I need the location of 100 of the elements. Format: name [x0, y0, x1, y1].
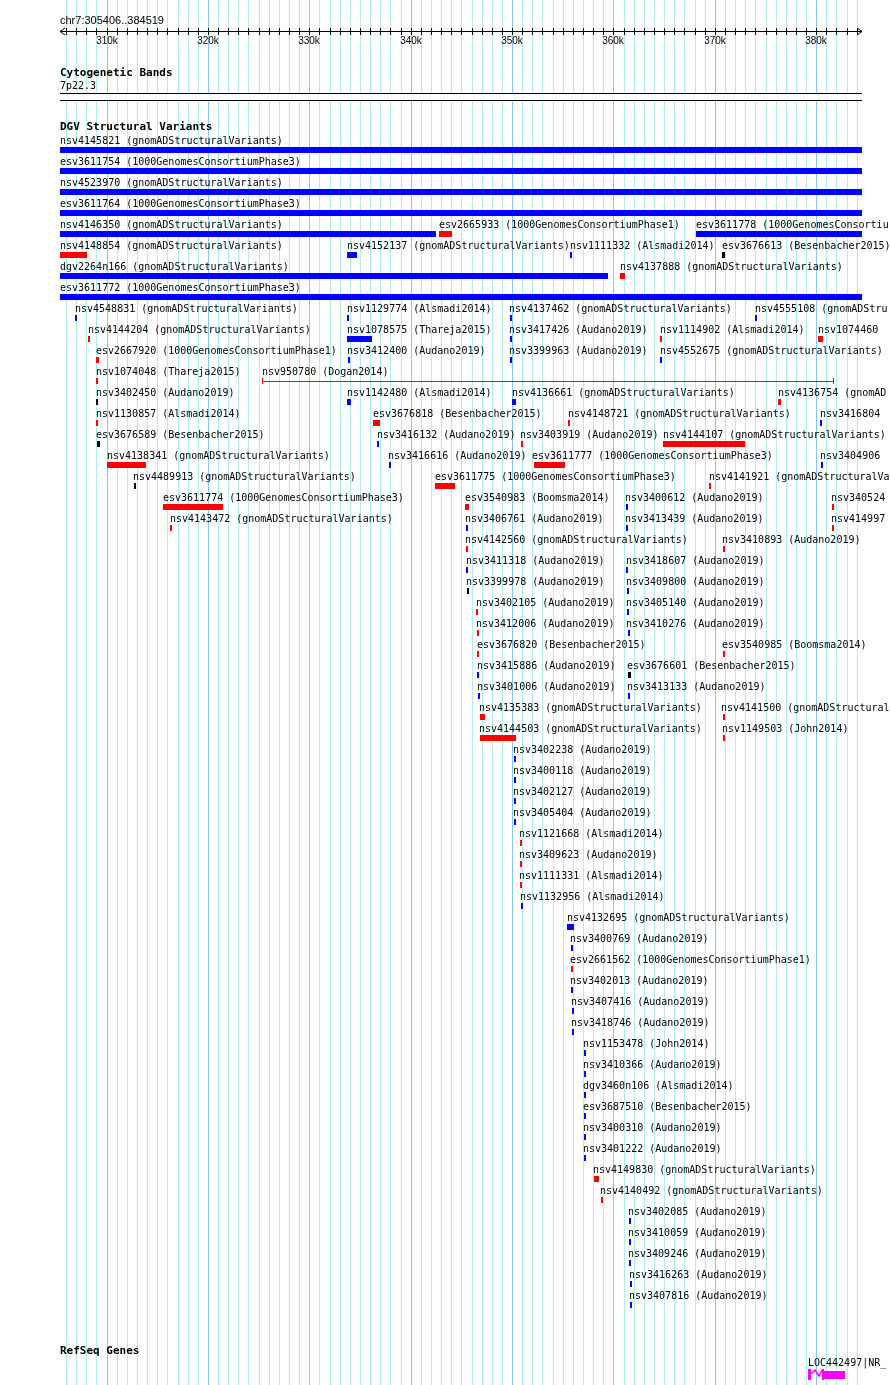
- feature-label: nsv3415886 (Audano2019): [477, 660, 616, 671]
- feature-label: nsv3418746 (Audano2019): [571, 1017, 710, 1028]
- feature-bar[interactable]: [778, 399, 781, 405]
- feature-label: esv3676820 (Besenbacher2015): [477, 639, 646, 650]
- feature-label: nsv3402013 (Audano2019): [570, 975, 709, 986]
- feature-bar[interactable]: [96, 357, 99, 363]
- feature-label: nsv3403919 (Audano2019): [520, 429, 659, 440]
- feature-bar[interactable]: [439, 231, 452, 237]
- feature-bar[interactable]: [567, 924, 574, 930]
- feature-label: esv2665933 (1000GenomesConsortiumPhase1): [439, 219, 680, 230]
- feature-bar[interactable]: [60, 147, 862, 153]
- feature-bar[interactable]: [60, 252, 87, 258]
- feature-bar[interactable]: [480, 714, 485, 720]
- feature-bar[interactable]: [620, 273, 625, 279]
- feature-bar[interactable]: [435, 483, 455, 489]
- feature-bar[interactable]: [480, 735, 516, 741]
- feature-bar[interactable]: [60, 294, 862, 300]
- feature-label: nsv3402450 (Audano2019): [96, 387, 235, 398]
- feature-bar[interactable]: [60, 189, 862, 195]
- feature-label: nsv4523970 (gnomADStructuralVariants): [60, 177, 283, 188]
- feature-bar[interactable]: [163, 504, 223, 510]
- feature-bar[interactable]: [60, 168, 862, 174]
- feature-label: nsv1111332 (Alsmadi2014): [570, 240, 715, 251]
- feature-label: esv3611754 (1000GenomesConsortiumPhase3): [60, 156, 301, 167]
- feature-label: nsv1111331 (Alsmadi2014): [519, 870, 664, 881]
- band-label: 7p22.3: [60, 80, 97, 91]
- feature-bar[interactable]: [818, 336, 823, 342]
- feature-label: esv3611764 (1000GenomesConsortiumPhase3): [60, 198, 301, 209]
- feature-label: nsv4137462 (gnomADStructuralVariants): [509, 303, 732, 314]
- feature-bar[interactable]: [107, 462, 146, 468]
- feature-label: nsv1078575 (Thareja2015): [347, 324, 492, 335]
- feature-bar[interactable]: [594, 1176, 599, 1182]
- tick-label: 380k: [804, 35, 828, 47]
- feature-label: esv2661562 (1000GenomesConsortiumPhase1): [570, 954, 811, 965]
- feature-label: nsv3409623 (Audano2019): [519, 849, 658, 860]
- feature-label: esv3611777 (1000GenomesConsortiumPhase3): [532, 450, 773, 461]
- feature-label: nsv1074048 (Thareja2015): [96, 366, 241, 377]
- feature-bar[interactable]: [347, 252, 357, 258]
- feature-bar[interactable]: [534, 462, 565, 468]
- feature-bar[interactable]: [60, 210, 862, 216]
- feature-label: nsv3400118 (Audano2019): [513, 765, 652, 776]
- tick-label: 310k: [95, 35, 119, 47]
- feature-label: esv3676589 (Besenbacher2015): [96, 429, 265, 440]
- feature-label: esv2667920 (1000GenomesConsortiumPhase1): [96, 345, 337, 356]
- feature-label: nsv4136661 (gnomADStructuralVariants): [512, 387, 735, 398]
- feature-bar[interactable]: [722, 252, 725, 258]
- feature-bar[interactable]: [347, 336, 372, 342]
- feature-label: nsv3410366 (Audano2019): [583, 1059, 722, 1070]
- feature-bar[interactable]: [628, 672, 631, 678]
- feature-label: nsv1129774 (Alsmadi2014): [347, 303, 492, 314]
- gene-label: LOC442497|NR_: [808, 1357, 887, 1368]
- feature-label: nsv4142560 (gnomADStructuralVariants): [465, 534, 688, 545]
- feature-label: nsv4137888 (gnomADStructuralVariants): [620, 261, 843, 272]
- feature-label: nsv3416616 (Audano2019): [388, 450, 527, 461]
- feature-label: nsv1149503 (John2014): [722, 723, 849, 734]
- feature-label: nsv3413439 (Audano2019): [625, 513, 764, 524]
- feature-label: nsv3416132 (Audano2019): [377, 429, 516, 440]
- feature-bar[interactable]: [347, 399, 351, 405]
- feature-label: nsv3402238 (Audano2019): [513, 744, 652, 755]
- feature-bar[interactable]: [663, 441, 745, 447]
- feature-label: esv3676818 (Besenbacher2015): [373, 408, 542, 419]
- feature-label: nsv3418607 (Audano2019): [626, 555, 765, 566]
- feature-label: esv3611772 (1000GenomesConsortiumPhase3): [60, 282, 301, 293]
- feature-label: nsv3404906: [820, 450, 881, 461]
- feature-span[interactable]: [262, 378, 834, 384]
- feature-bar[interactable]: [60, 273, 608, 279]
- feature-label: nsv4144204 (gnomADStructuralVariants): [88, 324, 311, 335]
- feature-label: nsv3405404 (Audano2019): [513, 807, 652, 818]
- feature-label: nsv1132956 (Alsmadi2014): [520, 891, 665, 902]
- feature-label: nsv3401222 (Audano2019): [583, 1143, 722, 1154]
- feature-bar[interactable]: [512, 399, 516, 405]
- feature-label: nsv4145821 (gnomADStructuralVariants): [60, 135, 283, 146]
- track-title: RefSeq Genes: [60, 1345, 140, 1357]
- feature-label: nsv3400612 (Audano2019): [625, 492, 764, 503]
- feature-label: nsv3409246 (Audano2019): [628, 1248, 767, 1259]
- feature-label: nsv3401006 (Audano2019): [477, 681, 616, 692]
- feature-bar[interactable]: [60, 231, 436, 237]
- feature-label: nsv950780 (Dogan2014): [262, 366, 389, 377]
- feature-label: nsv4141500 (gnomADStructural: [721, 702, 890, 713]
- feature-label: nsv4140492 (gnomADStructuralVariants): [600, 1185, 823, 1196]
- feature-label: nsv3407816 (Audano2019): [629, 1290, 768, 1301]
- feature-label: nsv4148721 (gnomADStructuralVariants): [568, 408, 791, 419]
- feature-label: nsv4132695 (gnomADStructuralVariants): [567, 912, 790, 923]
- feature-label: esv3611775 (1000GenomesConsortiumPhase3): [435, 471, 676, 482]
- feature-bar[interactable]: [696, 231, 862, 237]
- feature-bar[interactable]: [465, 504, 469, 510]
- feature-label: nsv414997: [831, 513, 886, 524]
- feature-label: nsv4141921 (gnomADStructuralVa: [709, 471, 890, 482]
- feature-label: nsv340524: [831, 492, 886, 503]
- gene-drawing[interactable]: [808, 1369, 845, 1380]
- feature-label: nsv4136754 (gnomAD: [778, 387, 887, 398]
- feature-label: nsv3399978 (Audano2019): [466, 576, 605, 587]
- feature-bar[interactable]: [373, 420, 380, 426]
- feature-label: nsv3412006 (Audano2019): [476, 618, 615, 629]
- feature-bar[interactable]: [97, 441, 100, 447]
- tick-label: 370k: [703, 35, 727, 47]
- feature-label: nsv4146350 (gnomADStructuralVariants): [60, 219, 283, 230]
- feature-label: nsv3417426 (Audano2019): [509, 324, 648, 335]
- feature-label: nsv4148854 (gnomADStructuralVariants): [60, 240, 283, 251]
- feature-label: nsv4144503 (gnomADStructuralVariants): [479, 723, 702, 734]
